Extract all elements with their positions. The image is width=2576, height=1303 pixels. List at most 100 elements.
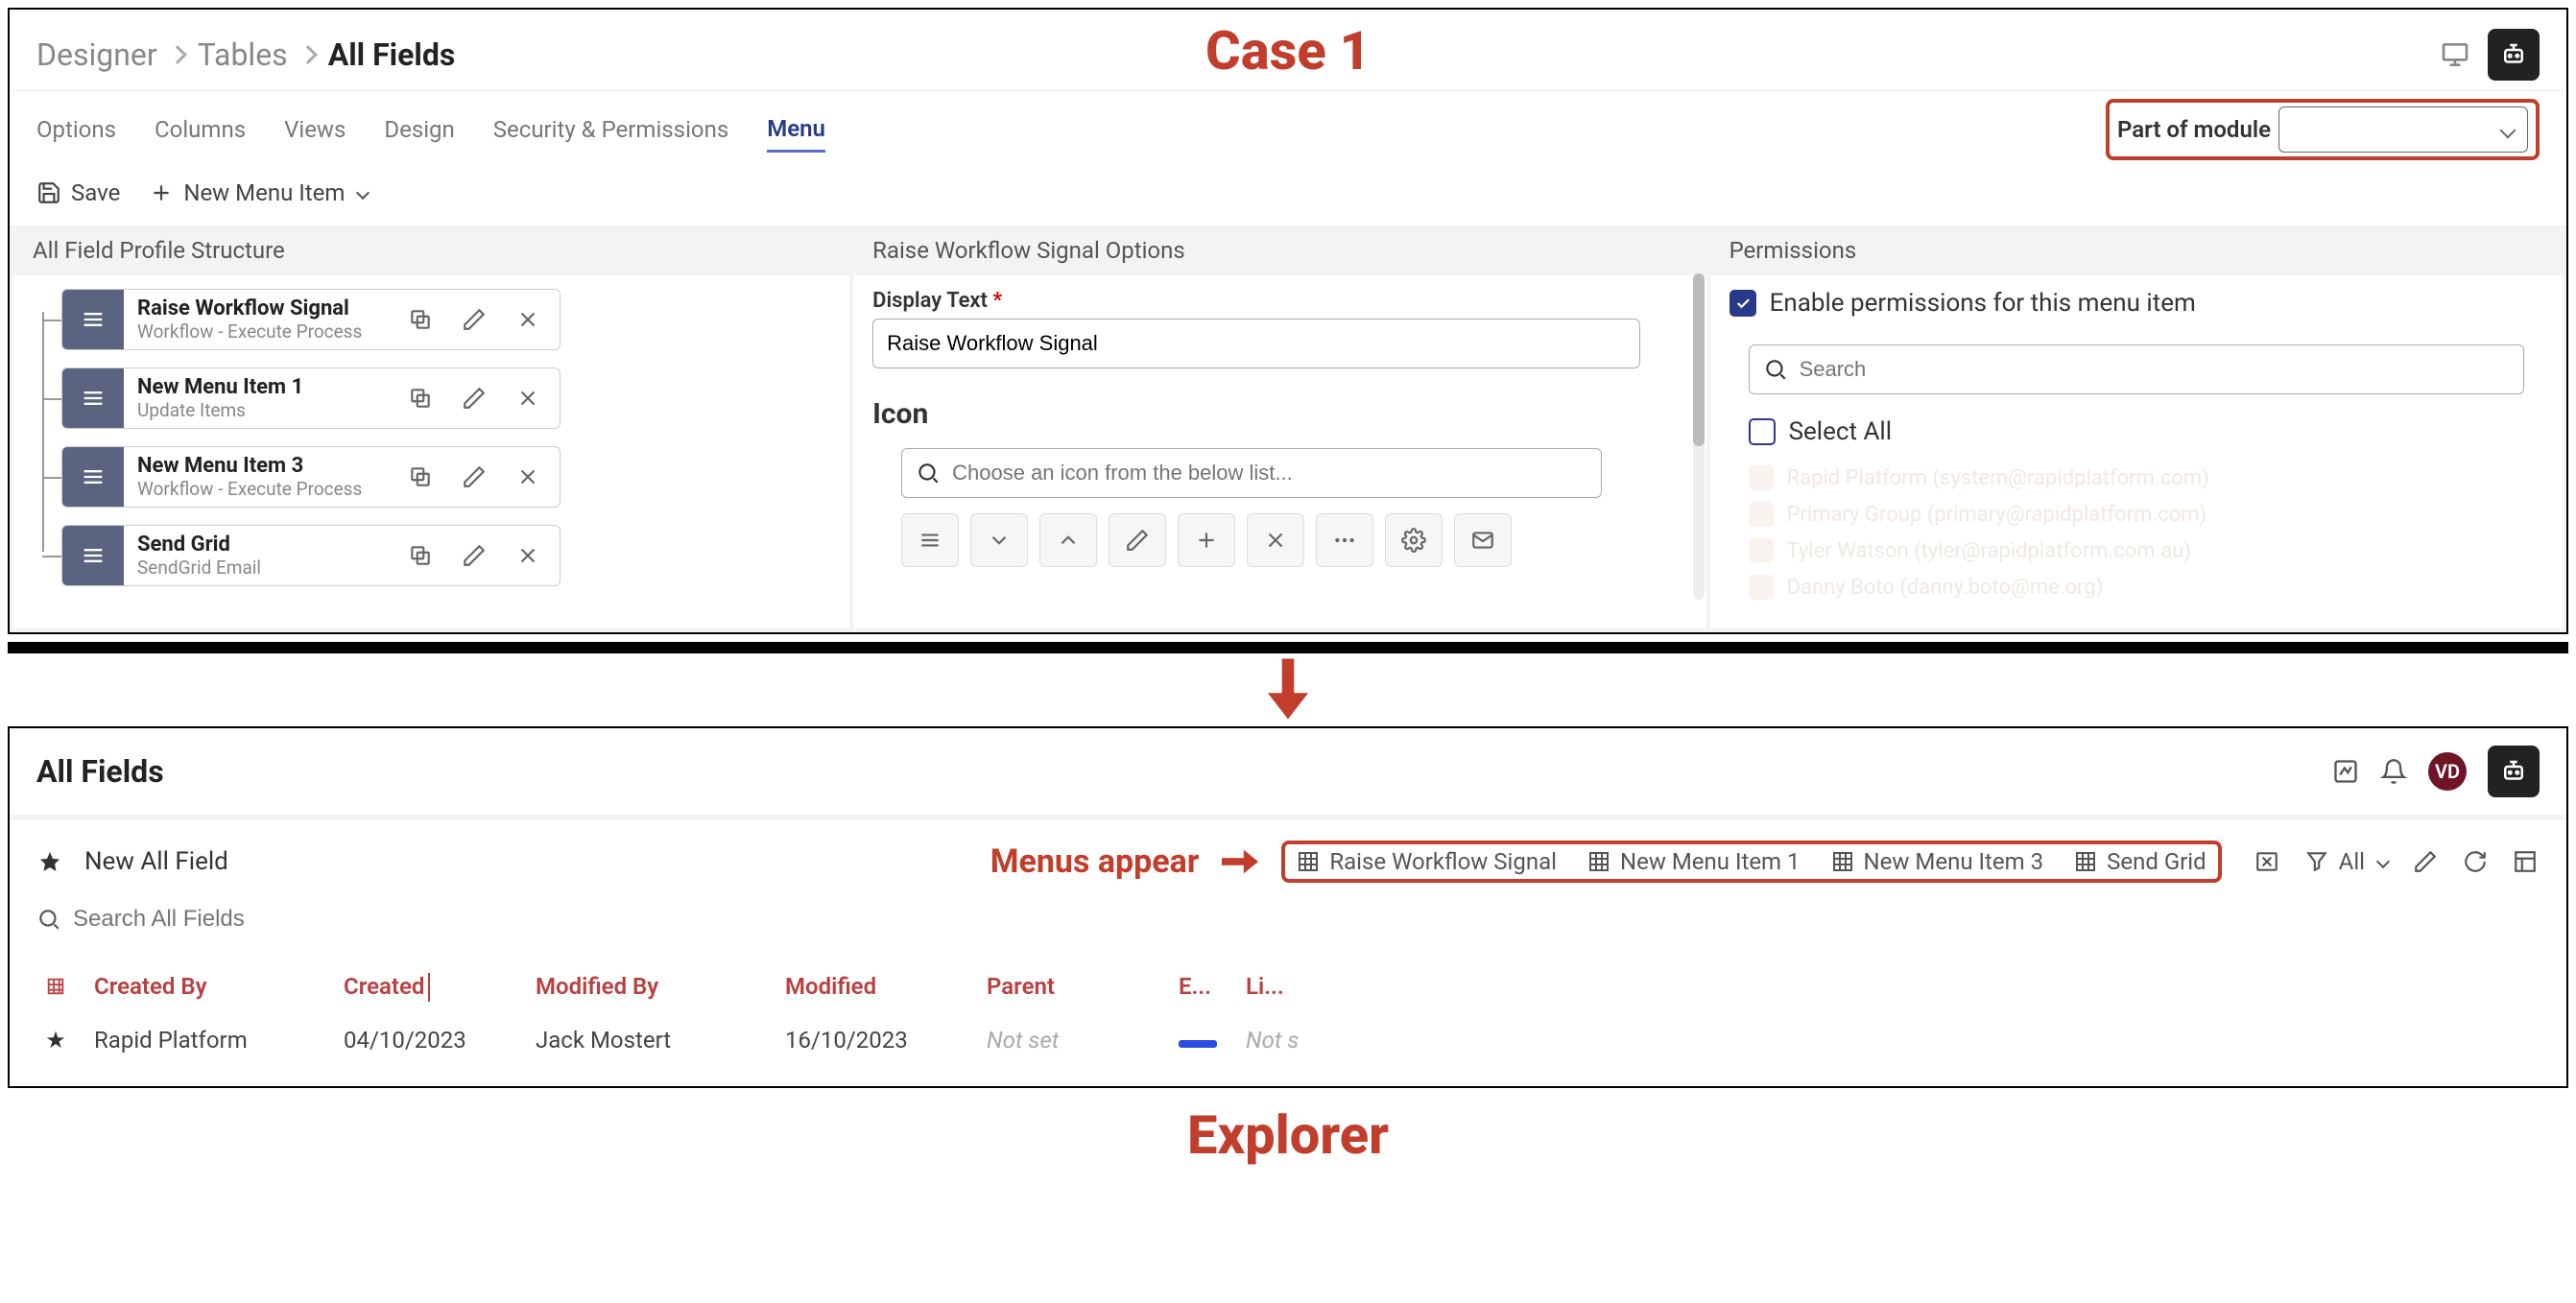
edit-icon[interactable] [462,307,487,332]
bell-icon [2380,758,2407,785]
menu-raise-workflow[interactable]: Raise Workflow Signal [1297,848,1557,875]
col-created-by[interactable]: Created By [94,973,324,1000]
tab-menu[interactable]: Menu [767,107,825,153]
header-right: VD [2332,746,2540,797]
icon-option-more[interactable] [1316,513,1373,567]
excel-icon[interactable] [2254,849,2279,874]
table-search-input[interactable] [73,906,457,933]
edit-icon[interactable] [462,464,487,489]
save-button[interactable]: Save [36,179,120,206]
avatar[interactable]: VD [2428,752,2467,791]
col-parent[interactable]: Parent [987,973,1159,1000]
layout-icon[interactable] [2513,849,2538,874]
case-annotation: Case 1 [1205,19,1371,83]
drag-handle[interactable] [62,368,124,428]
icon-option-edit[interactable] [1109,513,1166,567]
display-icon[interactable] [2440,39,2470,70]
row-checkbox[interactable] [1749,575,1774,600]
menu-item-sub: Update Items [137,399,394,421]
drag-handle[interactable] [62,526,124,585]
icon-option-chevup[interactable] [1039,513,1097,567]
breadcrumb-designer[interactable]: Designer [36,36,157,73]
menu-item[interactable]: New Menu Item 3Workflow - Execute Proces… [61,446,561,508]
chevron-down-icon [356,186,370,200]
menu-item-title: New Menu Item 1 [137,375,394,399]
permission-row[interactable]: Tyler Watson (tyler@rapidplatform.com.au… [1749,538,2543,563]
permission-row[interactable]: Danny Boto (danny.boto@me.org) [1749,575,2543,600]
tab-security[interactable]: Security & Permissions [493,108,728,151]
copy-icon[interactable] [408,543,433,568]
menu-item-row: Send GridSendGrid Email [61,525,830,586]
icon-search-input[interactable] [952,461,1587,486]
new-all-field-button[interactable]: New All Field [84,847,228,876]
menus-appear-annotation: Menus appear [990,842,1259,881]
display-text-input[interactable] [872,319,1640,368]
menu-icon [80,463,107,490]
breadcrumb-tables[interactable]: Tables [198,36,288,73]
permissions-search[interactable] [1749,344,2524,394]
copy-icon[interactable] [408,464,433,489]
menu-new-item-1[interactable]: New Menu Item 1 [1587,848,1801,875]
graph-icon[interactable] [2332,758,2359,785]
icon-option-x[interactable] [1247,513,1304,567]
close-icon[interactable] [515,386,540,411]
drag-handle[interactable] [62,290,124,349]
icon-option-plus[interactable] [1178,513,1235,567]
table-row[interactable]: ★ Rapid Platform 04/10/2023 Jack Mostert… [36,1013,2540,1067]
table-search-row [10,892,2566,952]
edit-icon[interactable] [2413,849,2438,874]
icon-option-menu[interactable] [901,513,959,567]
mid-panel-title: Raise Workflow Signal Options [853,225,1705,275]
grid-icon[interactable] [45,976,66,997]
col-li[interactable]: Li... [1246,973,1313,1000]
bell-button[interactable] [2380,758,2407,785]
enable-checkbox[interactable] [1729,290,1756,317]
tab-options[interactable]: Options [36,108,116,151]
permissions-panel: Permissions Enable permissions for this … [1710,225,2563,628]
menu-new-item-3[interactable]: New Menu Item 3 [1831,848,2044,875]
menu-item-title: Raise Workflow Signal [137,296,394,320]
row-checkbox[interactable] [1749,465,1774,490]
row-checkbox[interactable] [1749,502,1774,527]
bot-button[interactable] [2488,746,2540,797]
edit-icon[interactable] [462,386,487,411]
close-icon[interactable] [515,307,540,332]
new-menu-item-button[interactable]: New Menu Item [149,179,368,206]
edit-icon[interactable] [462,543,487,568]
drag-handle[interactable] [62,447,124,507]
tab-design[interactable]: Design [384,108,454,151]
icon-option-chevdown[interactable] [970,513,1028,567]
col-created[interactable]: Created [344,973,516,1000]
menu-send-grid[interactable]: Send Grid [2074,848,2206,875]
bot-button[interactable] [2488,29,2540,81]
part-of-module-select[interactable] [2278,107,2528,153]
save-icon [36,180,61,205]
scrollbar[interactable] [1693,273,1705,600]
select-all-row: Select All [1749,417,2543,446]
permissions-search-input[interactable] [1800,357,2510,382]
icon-option-mail[interactable] [1454,513,1512,567]
permission-row[interactable]: Primary Group (primary@rapidplatform.com… [1749,502,2543,527]
tabs: Options Columns Views Design Security & … [10,90,2566,160]
permission-row[interactable]: Rapid Platform (system@rapidplatform.com… [1749,465,2543,490]
close-icon[interactable] [515,543,540,568]
col-modified[interactable]: Modified [785,973,967,1000]
icon-search[interactable] [901,448,1602,498]
icon-option-gear[interactable] [1385,513,1443,567]
tab-columns[interactable]: Columns [155,108,246,151]
refresh-icon[interactable] [2463,849,2488,874]
close-icon[interactable] [515,464,540,489]
select-all-checkbox[interactable] [1749,418,1776,445]
filter-all[interactable]: All [2304,848,2388,875]
col-modified-by[interactable]: Modified By [536,973,766,1000]
copy-icon[interactable] [408,307,433,332]
star-icon[interactable] [38,850,61,873]
tab-views[interactable]: Views [284,108,346,151]
menu-item[interactable]: Send GridSendGrid Email [61,525,561,586]
copy-icon[interactable] [408,386,433,411]
col-e[interactable]: E... [1179,973,1227,1000]
menu-item[interactable]: New Menu Item 1Update Items [61,367,561,429]
row-star-icon[interactable]: ★ [36,1027,75,1054]
menu-item[interactable]: Raise Workflow SignalWorkflow - Execute … [61,289,561,350]
row-checkbox[interactable] [1749,538,1774,563]
